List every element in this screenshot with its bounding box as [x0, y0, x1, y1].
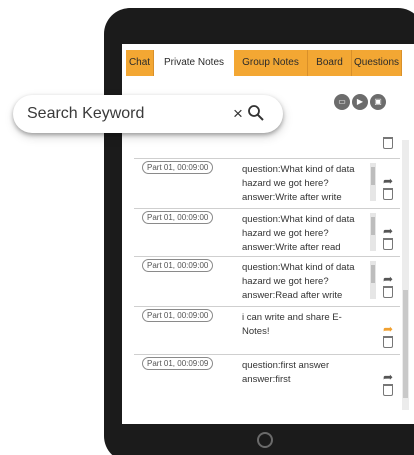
home-button[interactable] [257, 432, 273, 448]
note-line: hazard we got here? [242, 178, 329, 189]
note-timestamp[interactable]: Part 01, 00:09:09 [142, 357, 214, 370]
note-text: question:first answer answer:first [242, 359, 366, 387]
share-icon[interactable]: ➦ [383, 323, 397, 335]
play-icon[interactable]: ▶ [352, 94, 368, 110]
row-actions: ➦ [383, 371, 397, 396]
trash-icon[interactable] [383, 384, 393, 396]
note-text: question:What kind of data hazard we got… [242, 261, 366, 303]
new-note-icon[interactable]: ▭ [334, 94, 350, 110]
row-actions: ➦ [383, 273, 397, 298]
trash-icon[interactable] [383, 336, 393, 348]
note-text: i can write and share E-Notes! [242, 311, 366, 339]
trash-icon[interactable] [383, 238, 393, 250]
note-line: hazard we got here? [242, 276, 329, 287]
note-text: question:What kind of data hazard we got… [242, 163, 366, 205]
list-item: Part 01, 00:09:00 i can write and share … [134, 306, 400, 352]
trash-icon[interactable] [383, 286, 393, 298]
note-line: question:first answer [242, 360, 330, 371]
note-text: question:What kind of data hazard we got… [242, 213, 366, 255]
note-line: hazard we got here? [242, 228, 329, 239]
note-line: question:What kind of data [242, 164, 355, 175]
list-item: Part 01, 00:09:09 question:first answer … [134, 354, 400, 400]
search-icon[interactable] [247, 104, 265, 122]
note-line: answer:Read after write [242, 290, 343, 301]
note-timestamp[interactable]: Part 01, 00:09:00 [142, 309, 214, 322]
list-item: Part 01, 00:09:00 question:What kind of … [134, 158, 400, 206]
note-line: answer:Write after read [242, 242, 341, 253]
note-line: question:What kind of data [242, 262, 355, 273]
list-scrollbar[interactable] [402, 140, 409, 410]
search-input[interactable] [27, 101, 207, 127]
share-icon[interactable]: ➦ [383, 175, 397, 187]
tab-questions[interactable]: Questions [352, 50, 402, 76]
note-scrollbar[interactable] [370, 213, 376, 251]
list-item: Part 01, 00:09:00 question:What kind of … [134, 208, 400, 256]
tab-bar: Chat Private Notes Group Notes Board Que… [126, 50, 414, 76]
note-line: question:What kind of data [242, 214, 355, 225]
note-timestamp[interactable]: Part 01, 00:09:00 [142, 211, 214, 224]
tab-chat[interactable]: Chat [126, 50, 154, 76]
note-scrollbar[interactable] [370, 261, 376, 299]
list-item: Part 01, 00:09:00 question:What kind of … [134, 256, 400, 304]
search-bar: × [13, 95, 283, 133]
tab-group-notes[interactable]: Group Notes [234, 50, 308, 76]
list-top-icons [383, 136, 397, 149]
note-line: i can write and share E-Notes! [242, 312, 342, 337]
row-actions: ➦ [383, 225, 397, 250]
tab-private-notes[interactable]: Private Notes [154, 50, 234, 76]
trash-icon[interactable] [383, 188, 393, 200]
share-icon[interactable]: ➦ [383, 273, 397, 285]
note-scrollbar[interactable] [370, 163, 376, 201]
trash-icon[interactable] [383, 137, 393, 149]
row-actions: ➦ [383, 323, 397, 348]
save-icon[interactable]: ▣ [370, 94, 386, 110]
note-line: answer:first [242, 374, 291, 385]
share-icon[interactable]: ➦ [383, 225, 397, 237]
scrollbar-thumb[interactable] [403, 290, 408, 398]
note-timestamp[interactable]: Part 01, 00:09:00 [142, 161, 214, 174]
row-actions: ➦ [383, 175, 397, 200]
tab-board[interactable]: Board [308, 50, 352, 76]
note-line: answer:Write after write [242, 192, 342, 203]
notes-toolbar: ▭ ▶ ▣ [334, 94, 386, 110]
share-icon[interactable]: ➦ [383, 371, 397, 383]
close-icon[interactable]: × [233, 102, 243, 126]
notes-list: Part 01, 00:09:00 question:What kind of … [134, 136, 400, 404]
note-timestamp[interactable]: Part 01, 00:09:00 [142, 259, 214, 272]
